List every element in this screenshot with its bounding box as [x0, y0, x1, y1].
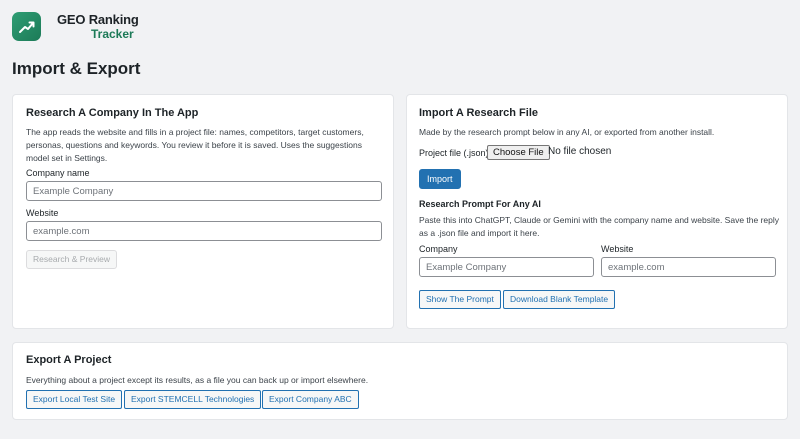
page-title: Import & Export [12, 59, 141, 78]
export-company-abc-button[interactable]: Export Company ABC [262, 390, 359, 409]
prompt-website-input[interactable] [601, 257, 776, 277]
export-project-card: Export A Project Everything about a proj… [12, 342, 788, 420]
import-button[interactable]: Import [419, 169, 461, 189]
file-status: No file chosen [548, 146, 612, 157]
export-local-test-site-button[interactable]: Export Local Test Site [26, 390, 123, 409]
export-card-description: Everything about a project except its re… [26, 375, 369, 385]
website-label: Website [26, 208, 59, 218]
research-card-description: The app reads the website and fills in a… [26, 127, 364, 163]
research-prompt-title: Research Prompt For Any AI [419, 199, 541, 209]
prompt-company-input[interactable] [419, 257, 594, 277]
research-card-title: Research A Company In The App [26, 107, 199, 119]
download-template-button[interactable]: Download Blank Template [503, 290, 616, 309]
export-stemcell-button[interactable]: Export STEMCELL Technologies [124, 390, 262, 409]
brand: GEO Ranking Tracker [12, 12, 139, 41]
website-input[interactable] [26, 221, 382, 241]
prompt-company-label: Company [419, 244, 458, 254]
export-card-title: Export A Project [26, 354, 112, 366]
research-preview-button[interactable]: Research & Preview [26, 250, 118, 269]
import-card-title: Import A Research File [419, 107, 538, 119]
show-prompt-button[interactable]: Show The Prompt [419, 290, 501, 309]
import-research-card: Import A Research File Made by the resea… [406, 94, 788, 329]
company-name-input[interactable] [26, 181, 382, 201]
brand-line1: GEO Ranking [57, 11, 139, 27]
project-file-label: Project file (.json) [419, 148, 489, 158]
research-prompt-description: Paste this into ChatGPT, Claude or Gemin… [419, 215, 780, 238]
brand-name: GEO Ranking Tracker [57, 11, 139, 41]
trend-chart-icon [12, 12, 41, 41]
import-card-description: Made by the research prompt below in any… [419, 127, 715, 137]
company-name-label: Company name [26, 168, 90, 178]
brand-line2: Tracker [91, 26, 134, 41]
prompt-website-label: Website [601, 244, 634, 254]
choose-file-button[interactable]: Choose File [487, 145, 550, 160]
research-company-card: Research A Company In The App The app re… [12, 94, 394, 329]
